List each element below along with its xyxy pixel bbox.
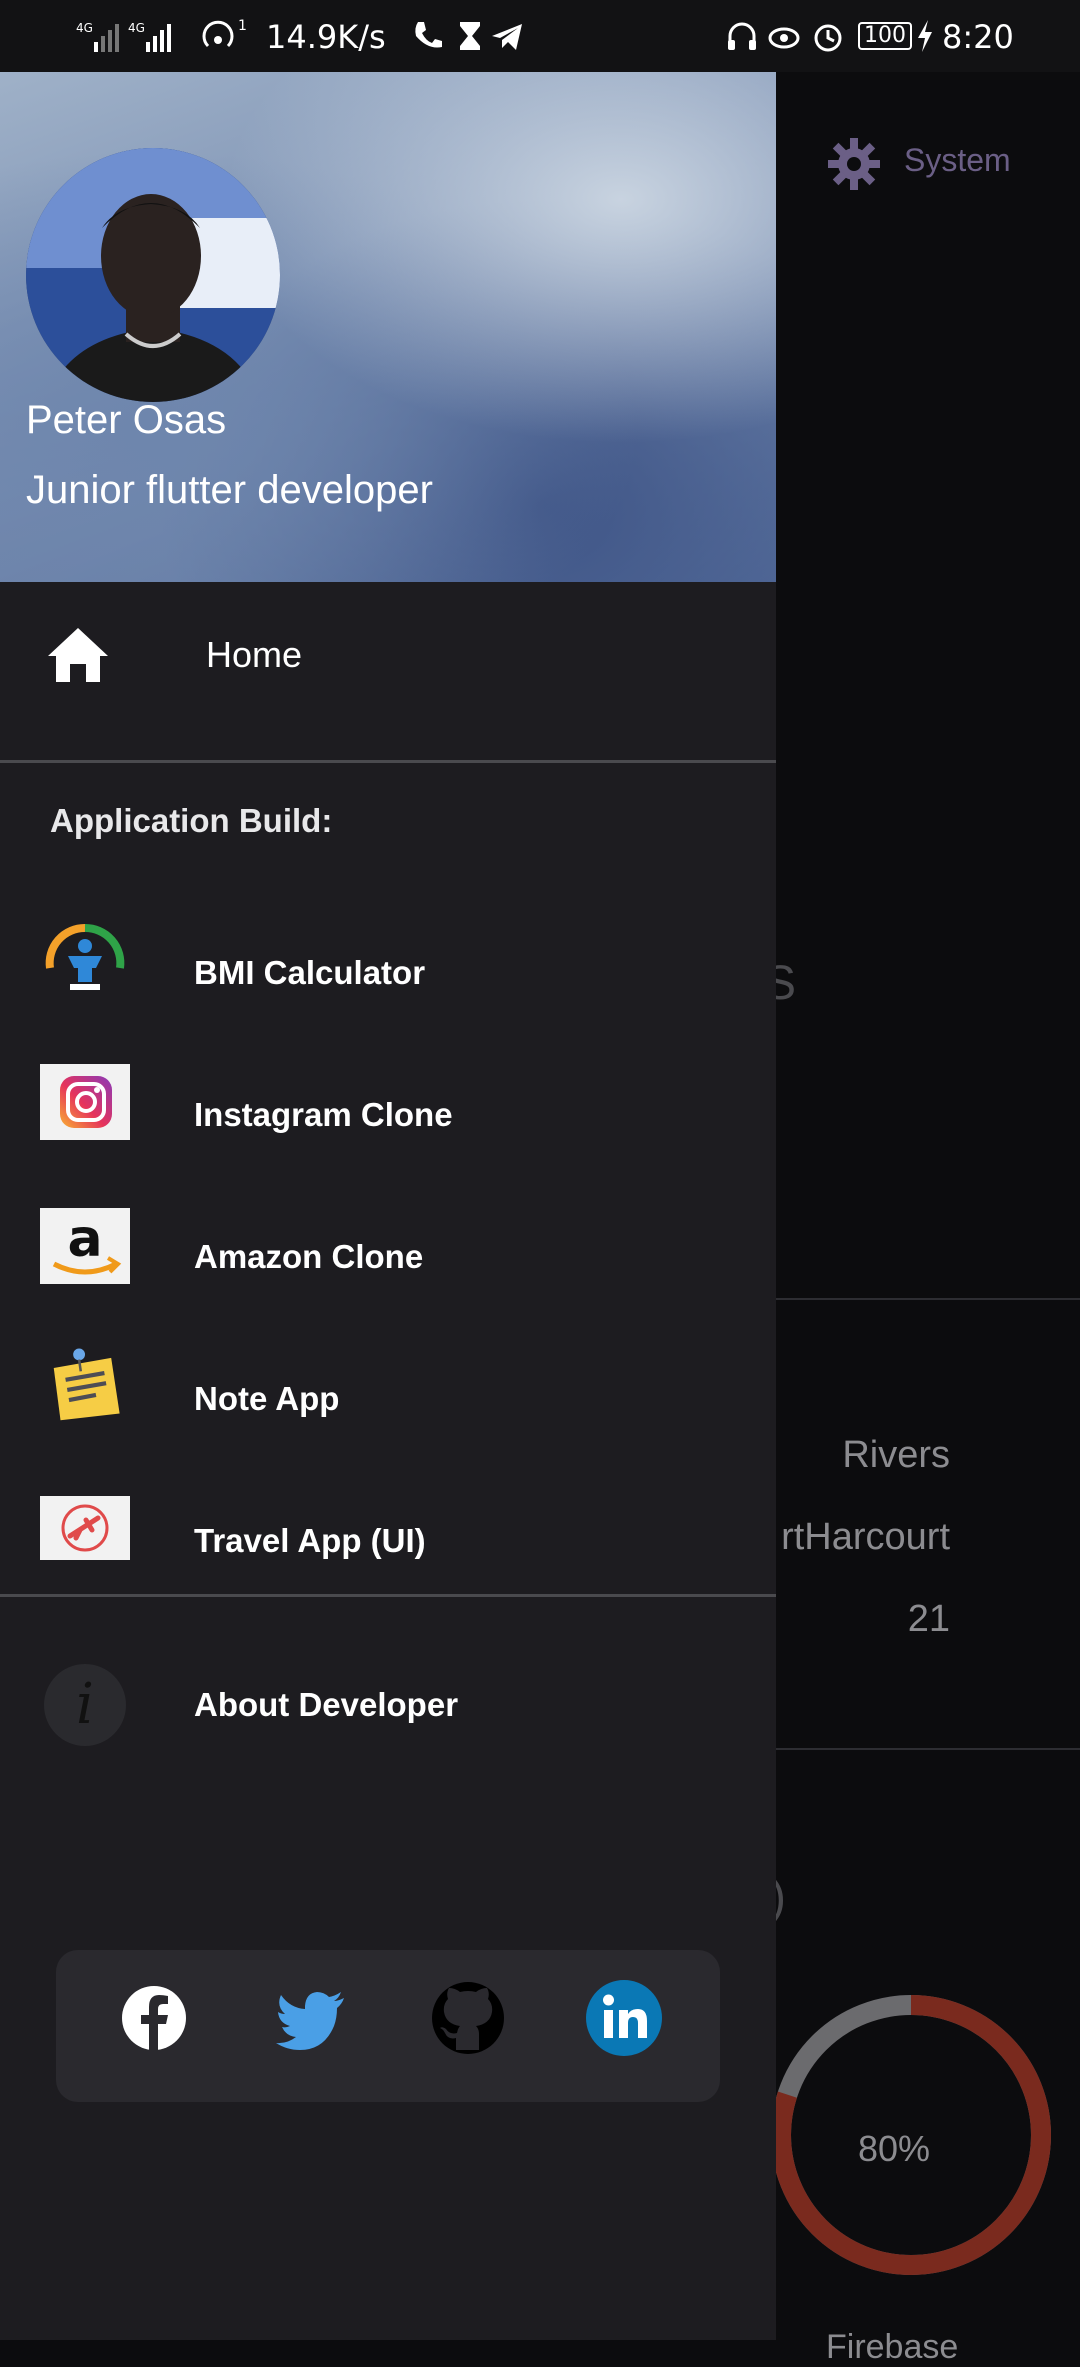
drawer-item-label: Travel App (UI) [194,1522,426,1559]
navigation-drawer: Peter Osas Junior flutter developer Home… [0,72,776,2340]
drawer-header: Peter Osas Junior flutter developer [0,72,776,582]
divider [776,1298,1080,1300]
github-icon[interactable] [428,1978,508,2058]
drawer-item-bmi-calculator[interactable]: BMI Calculator [0,914,776,1034]
eye-comfort-icon [768,27,800,49]
alarm-icon [814,24,842,52]
svg-text:4G: 4G [128,21,145,35]
drawer-item-label: About Developer [194,1686,459,1723]
avatar [26,148,280,402]
battery-level: 100 [858,22,912,50]
network-speed: 14.9K/s [266,18,386,56]
gear-icon[interactable] [826,136,882,192]
home-icon [48,628,108,682]
signal-icon: 4G 4G [76,21,171,52]
hourglass-icon [460,22,480,50]
divider [0,1594,776,1597]
twitter-icon[interactable] [272,1978,352,2058]
drawer-item-label: Amazon Clone [194,1238,424,1275]
age-value: 21 [907,1598,950,1640]
svg-text:a: a [67,1209,102,1269]
state-value: Rivers [842,1434,950,1476]
facebook-icon[interactable] [114,1978,194,2058]
phone-call-icon [415,22,442,48]
headphones-icon [728,22,756,50]
progress-caption: Firebase [826,2328,959,2366]
amazon-icon: a [40,1208,130,1284]
clock: 8:20 [942,18,1014,56]
svg-text:4G: 4G [76,21,93,35]
sticky-note-icon [53,1348,120,1421]
drawer-item-home-label[interactable]: Home [206,634,302,676]
info-icon: i [44,1664,126,1746]
instagram-icon [40,1064,130,1140]
drawer-item-label: Note App [194,1380,340,1417]
drawer-item-instagram-clone[interactable]: Instagram Clone [0,1056,776,1176]
drawer-item-label: BMI Calculator [194,954,426,991]
travel-plane-icon [40,1496,130,1560]
divider [776,1748,1080,1750]
linkedin-icon[interactable] [584,1978,664,2058]
telegram-icon [492,24,522,50]
divider [0,760,776,763]
city-value: rtHarcourt [781,1516,950,1558]
charging-icon [918,20,932,52]
bmi-calculator-icon [45,923,125,990]
social-links [56,1950,720,2102]
theme-label[interactable]: System [904,142,1011,179]
drawer-item-amazon-clone[interactable]: a Amazon Clone [0,1198,776,1318]
svg-text:1: 1 [238,18,247,34]
user-name: Peter Osas [26,398,227,442]
profile-photo [26,148,280,402]
hotspot-icon: 1 [202,18,247,48]
section-title: Application Build: [50,802,333,839]
drawer-item-note-app[interactable]: Note App [0,1340,776,1460]
drawer-item-home[interactable] [0,582,776,762]
progress-percent: 80% [858,2128,931,2169]
drawer-item-label: Instagram Clone [194,1096,453,1133]
user-role: Junior flutter developer [26,468,433,512]
drawer-item-travel-app[interactable]: Travel App (UI) [0,1482,776,1602]
status-bar: 4G 4G 1 14.9K/s 100 8:20 [0,0,1080,72]
